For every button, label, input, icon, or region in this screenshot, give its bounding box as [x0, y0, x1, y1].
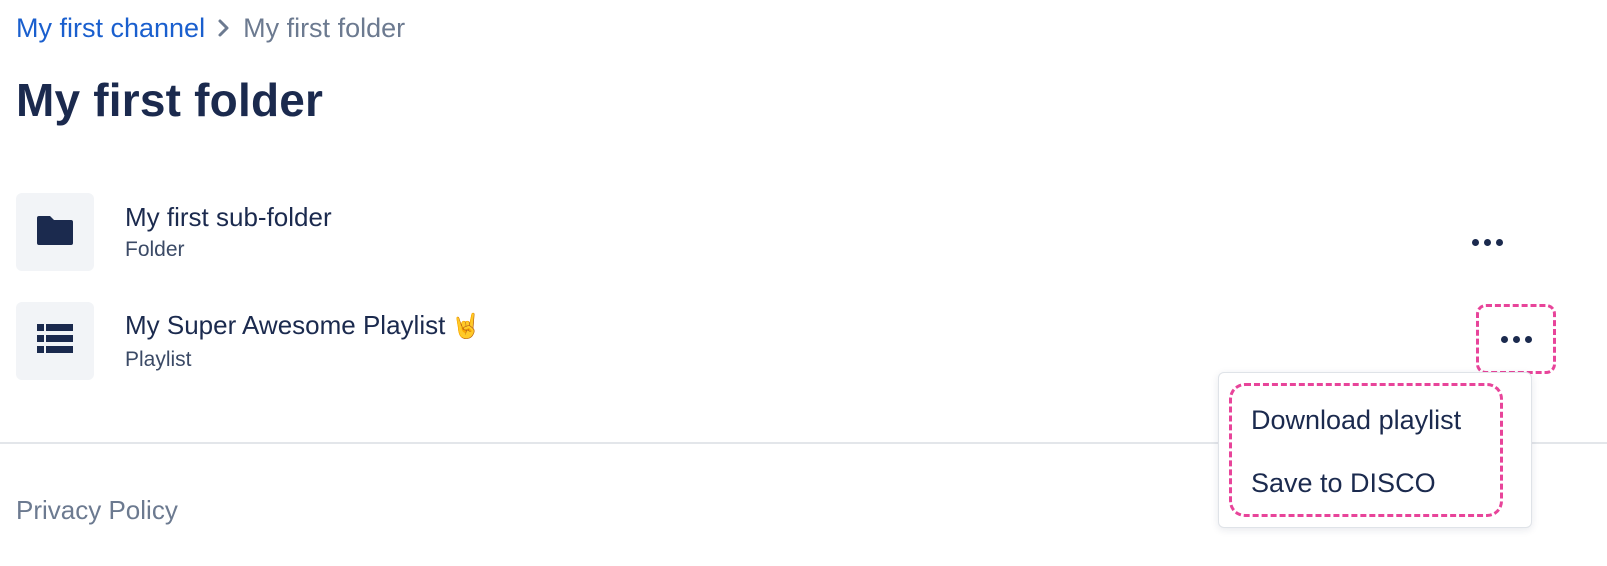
- more-dots-icon: [1500, 335, 1508, 343]
- more-dot: [1524, 335, 1532, 343]
- item-type: Playlist: [125, 347, 192, 371]
- page-title: My first folder: [16, 74, 324, 126]
- item-title[interactable]: My Super Awesome Playlist 🤘: [125, 309, 481, 343]
- more-dot: [1495, 238, 1503, 246]
- chevron-right-icon: [217, 18, 231, 38]
- breadcrumb-current: My first folder: [243, 13, 406, 43]
- save-to-disco-menu-item[interactable]: Save to DISCO: [1251, 466, 1436, 500]
- item-title[interactable]: My first sub-folder: [125, 201, 332, 233]
- folder-icon: [35, 214, 75, 251]
- breadcrumb-channel-link[interactable]: My first channel: [16, 10, 205, 46]
- privacy-policy-link[interactable]: Privacy Policy: [16, 493, 178, 527]
- list-item-playlist[interactable]: My Super Awesome Playlist 🤘 Playlist: [16, 302, 1556, 380]
- folder-thumbnail: [16, 193, 94, 271]
- download-playlist-menu-item[interactable]: Download playlist: [1251, 403, 1461, 437]
- item-meta: My first sub-folder Folder: [125, 201, 332, 264]
- more-dots-icon: [1471, 238, 1479, 246]
- page: My first channel My first folder My firs…: [0, 0, 1607, 566]
- more-options-button[interactable]: [1452, 211, 1522, 273]
- playlist-thumbnail: [16, 302, 94, 380]
- item-type: Folder: [125, 237, 185, 261]
- breadcrumb: My first channel My first folder: [16, 10, 405, 46]
- item-meta: My Super Awesome Playlist 🤘 Playlist: [125, 309, 481, 374]
- more-dot: [1512, 335, 1520, 343]
- rock-hand-emoji: 🤘: [451, 312, 482, 340]
- list-icon: [37, 323, 73, 359]
- playlist-context-menu: Download playlist Save to DISCO: [1218, 372, 1532, 528]
- item-title-text: My Super Awesome Playlist: [125, 309, 446, 340]
- more-dot: [1483, 238, 1491, 246]
- more-options-button-active[interactable]: [1476, 304, 1556, 374]
- list-item-subfolder[interactable]: My first sub-folder Folder: [16, 193, 1546, 271]
